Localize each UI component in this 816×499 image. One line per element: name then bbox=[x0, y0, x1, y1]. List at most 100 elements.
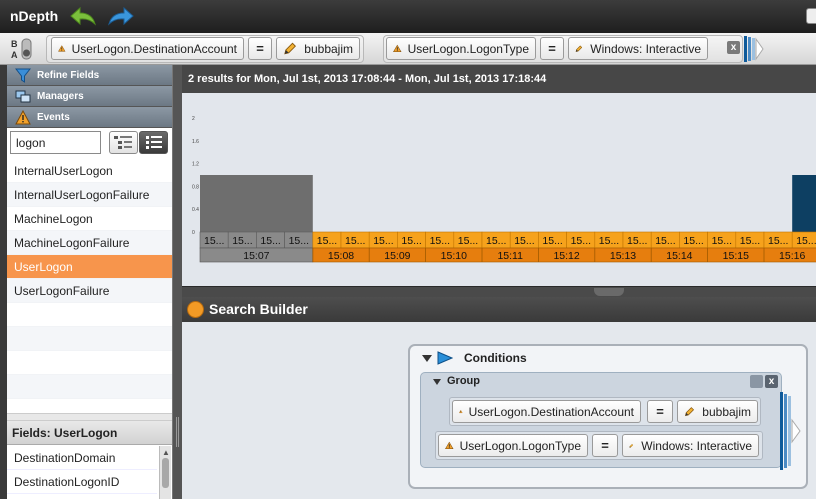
minute-label: 15:14 bbox=[666, 250, 692, 262]
minute-label: 15:09 bbox=[384, 250, 410, 262]
events-warning-icon bbox=[15, 110, 31, 125]
condition-field-label: UserLogon.LogonType bbox=[459, 438, 581, 453]
accordion-managers[interactable]: Managers bbox=[7, 86, 172, 107]
copy-group-icon[interactable] bbox=[750, 375, 763, 388]
filter-field-pill[interactable]: UserLogon.LogonType bbox=[386, 37, 536, 60]
search-builder-header: Search Builder bbox=[182, 297, 816, 322]
vertical-splitter[interactable] bbox=[172, 65, 182, 499]
left-panel-splitter[interactable] bbox=[7, 413, 172, 421]
filter-value-label: Windows: Interactive bbox=[590, 41, 701, 56]
conditions-label: Conditions bbox=[464, 351, 527, 365]
condition-field-pill[interactable]: UserLogon.DestinationAccount bbox=[452, 400, 641, 423]
timeline-chart-svg: 2 1.6 1.2 0.8 0.4 0 15... 15... 15... 15... 15... 1… bbox=[192, 116, 816, 263]
condition-group: Group x UserLogon.DestinationAccount = b… bbox=[420, 372, 782, 468]
condition-field-pill[interactable]: UserLogon.LogonType bbox=[438, 434, 588, 457]
title-bar: nDepth bbox=[0, 0, 816, 33]
condition-value-pill[interactable]: Windows: Interactive bbox=[622, 434, 759, 457]
splitter-grip[interactable] bbox=[594, 288, 624, 296]
left-panel: Refine Fields Managers Events logon Inte… bbox=[7, 65, 172, 499]
slot-label: 15... bbox=[683, 235, 703, 247]
minute-label: 15:08 bbox=[328, 250, 354, 262]
empty-list-row bbox=[7, 327, 172, 351]
accordion-label: Refine Fields bbox=[37, 70, 100, 81]
filter-funnel-icon bbox=[15, 68, 31, 83]
group-stack-arrow-icon bbox=[780, 392, 801, 470]
slot-label: 15... bbox=[655, 235, 675, 247]
group-label: Group bbox=[447, 375, 480, 387]
field-list-scrollbar[interactable]: ▲ bbox=[159, 446, 171, 499]
app-title: nDepth bbox=[10, 8, 59, 24]
svg-text:A: A bbox=[11, 50, 18, 60]
slot-label: 15... bbox=[599, 235, 619, 247]
slot-label: 15... bbox=[289, 235, 309, 247]
y-tick-label: 0.4 bbox=[192, 207, 199, 213]
condition-operator[interactable]: = bbox=[647, 400, 673, 423]
accordion-label: Managers bbox=[37, 91, 84, 102]
accordion-events[interactable]: Events bbox=[7, 107, 172, 128]
collapse-triangle-icon[interactable] bbox=[422, 355, 432, 362]
horizontal-splitter[interactable] bbox=[182, 286, 816, 297]
event-item-machine-logon[interactable]: MachineLogon bbox=[7, 207, 172, 231]
pencil-icon bbox=[575, 45, 583, 52]
filter-value-pill[interactable]: bubbajim bbox=[276, 37, 360, 60]
tree-view-button[interactable] bbox=[109, 131, 138, 154]
filter-close-button[interactable]: x bbox=[727, 41, 740, 54]
results-summary: 2 results for Mon, Jul 1st, 2013 17:08:4… bbox=[182, 65, 816, 93]
y-tick-label: 0 bbox=[192, 230, 195, 236]
event-item-user-logon-failure[interactable]: UserLogonFailure bbox=[7, 279, 172, 303]
splitter-grip[interactable] bbox=[176, 417, 179, 447]
slot-label: 15... bbox=[260, 235, 280, 247]
field-list: DestinationDomain DestinationLogonID bbox=[7, 446, 157, 494]
minute-label: 15:12 bbox=[553, 250, 579, 262]
slot-label: 15... bbox=[542, 235, 562, 247]
slot-label: 15... bbox=[768, 235, 788, 247]
condition-value-pill[interactable]: bubbajim bbox=[677, 400, 758, 423]
window-button[interactable] bbox=[806, 8, 816, 24]
timeline-bar bbox=[792, 175, 816, 232]
forward-arrow-icon[interactable] bbox=[106, 5, 136, 27]
minute-label: 15:13 bbox=[610, 250, 636, 262]
slot-label: 15... bbox=[712, 235, 732, 247]
warning-icon bbox=[459, 409, 463, 413]
managers-icon bbox=[15, 90, 31, 103]
accordion-label: Events bbox=[37, 112, 70, 123]
scrollbar-thumb[interactable] bbox=[162, 458, 169, 488]
list-view-button[interactable] bbox=[139, 131, 168, 154]
minute-label: 15:07 bbox=[243, 250, 269, 262]
event-item-user-logon[interactable]: UserLogon bbox=[7, 255, 172, 279]
warning-icon bbox=[445, 441, 454, 450]
filter-field-label: UserLogon.DestinationAccount bbox=[71, 41, 237, 56]
condition-field-label: UserLogon.DestinationAccount bbox=[468, 404, 634, 419]
collapse-triangle-icon[interactable] bbox=[433, 379, 441, 385]
filter-toggle-icon[interactable]: B A bbox=[10, 37, 34, 61]
back-arrow-icon[interactable] bbox=[68, 5, 98, 27]
filter-value-label: bubbajim bbox=[304, 41, 353, 56]
search-builder-title: Search Builder bbox=[209, 301, 308, 317]
filter-value-pill[interactable]: Windows: Interactive bbox=[568, 37, 708, 60]
condition-operator[interactable]: = bbox=[592, 434, 618, 457]
filter-operator[interactable]: = bbox=[248, 37, 272, 60]
slot-label: 15... bbox=[796, 235, 816, 247]
event-item-internal-user-logon[interactable]: InternalUserLogon bbox=[7, 159, 172, 183]
accordion-refine-fields[interactable]: Refine Fields bbox=[7, 65, 172, 86]
slot-label: 15... bbox=[514, 235, 534, 247]
warning-icon bbox=[58, 45, 66, 52]
slot-label: 15... bbox=[486, 235, 506, 247]
slot-label: 15... bbox=[571, 235, 591, 247]
group-close-button[interactable]: x bbox=[765, 375, 778, 388]
filter-field-pill[interactable]: UserLogon.DestinationAccount bbox=[51, 37, 244, 60]
field-item-destination-logon-id[interactable]: DestinationLogonID bbox=[7, 470, 157, 494]
event-item-internal-user-logon-failure[interactable]: InternalUserLogonFailure bbox=[7, 183, 172, 207]
search-builder-icon bbox=[187, 301, 204, 318]
filter-operator[interactable]: = bbox=[540, 37, 564, 60]
minute-label: 15:16 bbox=[779, 250, 805, 262]
minute-label: 15:11 bbox=[497, 250, 523, 262]
event-item-machine-logon-failure[interactable]: MachineLogonFailure bbox=[7, 231, 172, 255]
scroll-up-icon[interactable]: ▲ bbox=[162, 448, 170, 457]
ndepth-app: nDepth B A UserLogon.DestinationAccount … bbox=[0, 0, 816, 499]
empty-list-row bbox=[7, 375, 172, 399]
event-search-input[interactable]: logon bbox=[10, 131, 101, 154]
slot-label: 15... bbox=[401, 235, 421, 247]
y-tick-label: 1.6 bbox=[192, 139, 199, 145]
field-item-destination-domain[interactable]: DestinationDomain bbox=[7, 446, 157, 470]
